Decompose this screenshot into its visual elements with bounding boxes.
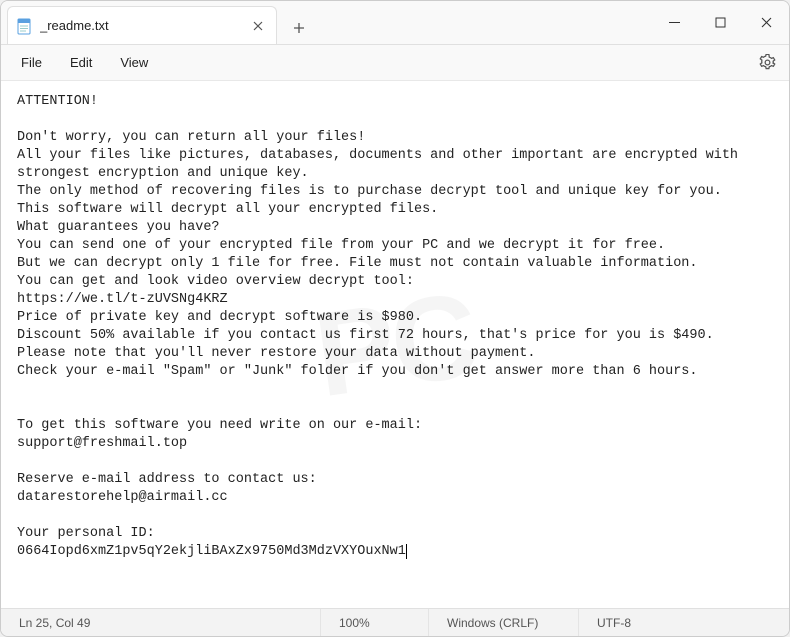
menubar: File Edit View (1, 45, 789, 81)
minimize-button[interactable] (651, 1, 697, 44)
maximize-button[interactable] (697, 1, 743, 44)
status-encoding[interactable]: UTF-8 (579, 609, 789, 636)
menu-file[interactable]: File (9, 51, 54, 74)
titlebar: _readme.txt (1, 1, 789, 45)
statusbar: Ln 25, Col 49 100% Windows (CRLF) UTF-8 (1, 608, 789, 636)
tab-close-button[interactable] (250, 18, 266, 34)
window-controls (651, 1, 789, 44)
settings-button[interactable] (753, 49, 781, 77)
text-area[interactable]: PC ATTENTION! Don't worry, you can retur… (1, 81, 789, 608)
notepad-icon (16, 17, 32, 35)
tab-title: _readme.txt (40, 18, 242, 33)
document-text: ATTENTION! Don't worry, you can return a… (17, 93, 773, 561)
status-position[interactable]: Ln 25, Col 49 (1, 609, 321, 636)
text-cursor (406, 544, 407, 559)
status-eol[interactable]: Windows (CRLF) (429, 609, 579, 636)
notepad-window: _readme.txt File Edit View (0, 0, 790, 637)
tab-active[interactable]: _readme.txt (7, 6, 277, 44)
menu-view[interactable]: View (108, 51, 160, 74)
menu-edit[interactable]: Edit (58, 51, 104, 74)
new-tab-button[interactable] (283, 12, 315, 44)
status-zoom[interactable]: 100% (321, 609, 429, 636)
close-button[interactable] (743, 1, 789, 44)
tab-strip: _readme.txt (1, 1, 651, 44)
